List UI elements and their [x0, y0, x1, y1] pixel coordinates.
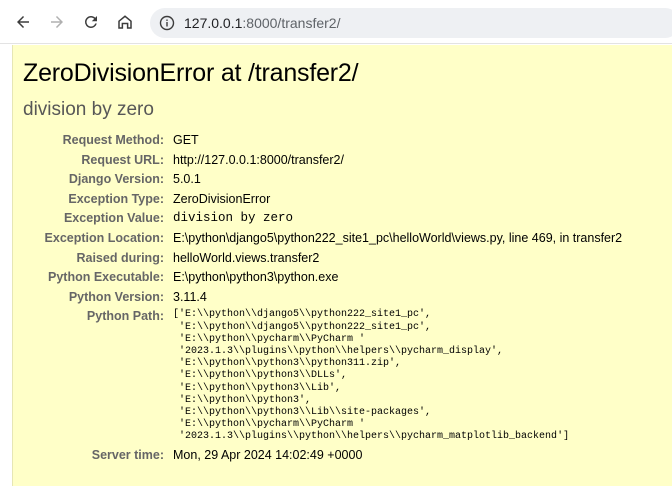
- python-path-line: 'E:\\python\\python3\\DLLs',: [173, 370, 348, 382]
- meta-value: 5.0.1: [173, 172, 201, 187]
- error-summary: ZeroDivisionError at /transfer2/ divisio…: [12, 45, 672, 486]
- meta-row-exception-type: Exception Type: ZeroDivisionError: [13, 190, 672, 210]
- meta-value: division by zero: [173, 211, 294, 226]
- meta-row-exception-value: Exception Value: division by zero: [13, 209, 672, 229]
- reload-icon: [84, 15, 97, 28]
- python-path-line: '2023.1.3\\plugins\\python\\helpers\\pyc…: [173, 431, 570, 443]
- arrow-right-icon: [51, 16, 63, 28]
- meta-row-python-version: Python Version: 3.11.4: [13, 288, 672, 308]
- meta-value: 3.11.4: [173, 289, 207, 304]
- meta-label: Exception Type:: [68, 191, 164, 206]
- arrow-left-icon: [17, 16, 29, 28]
- meta-row-exception-location: Exception Location: E:\python\django5\py…: [13, 229, 672, 249]
- meta-label: Server time:: [91, 447, 164, 462]
- meta-value: ['E:\\python\\django5\\python222_site1_p…: [173, 307, 672, 445]
- meta-row-django-version: Django Version: 5.0.1: [13, 170, 672, 190]
- meta-row-request-method: Request Method: GET: [13, 131, 672, 151]
- python-path-line: 'E:\\python\\python3',: [173, 394, 312, 406]
- python-path-line: 'E:\\python\\python3\\python311.zip',: [173, 358, 402, 370]
- url-text[interactable]: 127.0.0.1:8000/transfer2/: [184, 15, 340, 31]
- meta-row-python-executable: Python Executable: E:\python\python3\pyt…: [13, 268, 672, 288]
- python-path-line: ['E:\\python\\django5\\python222_site1_p…: [173, 309, 432, 321]
- meta-row-python-path: Python Path: ['E:\\python\\django5\\pyth…: [13, 307, 672, 445]
- browser-toolbar: 127.0.0.1:8000/transfer2/: [0, 0, 672, 44]
- meta-label: Python Executable:: [48, 270, 164, 285]
- meta-label: Exception Location:: [44, 230, 164, 245]
- python-path-line: 'E:\\python\\python3\\Lib\\site-packages…: [173, 406, 432, 418]
- info-icon[interactable]: [158, 14, 176, 32]
- meta-value: helloWorld.views.transfer2: [173, 250, 320, 265]
- python-path-line: '2023.1.3\\plugins\\python\\helpers\\pyc…: [173, 345, 504, 357]
- request-meta-table: Request Method: GET Request URL: http://…: [13, 131, 672, 465]
- meta-value: E:\python\python3\python.exe: [173, 270, 339, 285]
- forward-button[interactable]: [45, 10, 69, 34]
- meta-row-request-url: Request URL: http://127.0.0.1:8000/trans…: [13, 151, 672, 171]
- error-subtitle: division by zero: [23, 99, 154, 120]
- meta-label: Python Path:: [86, 309, 164, 324]
- meta-label: Django Version:: [68, 172, 164, 187]
- meta-value: ZeroDivisionError: [173, 191, 271, 206]
- meta-row-server-time: Server time: Mon, 29 Apr 2024 14:02:49 +…: [13, 446, 672, 466]
- home-icon: [118, 15, 132, 29]
- meta-label: Python Version:: [68, 289, 164, 304]
- python-path-line: 'E:\\python\\pycharm\\PyCharm ': [173, 419, 366, 431]
- meta-value: http://127.0.0.1:8000/transfer2/: [173, 152, 344, 167]
- meta-label: Request Method:: [62, 133, 164, 147]
- meta-value: Mon, 29 Apr 2024 14:02:49 +0000: [173, 447, 363, 462]
- meta-label: Exception Value:: [63, 211, 164, 226]
- meta-value: E:\python\django5\python222_site1_pc\hel…: [173, 230, 623, 245]
- back-button[interactable]: [11, 10, 35, 34]
- meta-label: Request URL:: [81, 152, 164, 167]
- error-title: ZeroDivisionError at /transfer2/: [23, 59, 359, 87]
- meta-label: Raised during:: [76, 250, 164, 265]
- address-bar[interactable]: 127.0.0.1:8000/transfer2/: [150, 8, 672, 38]
- reload-button[interactable]: [79, 10, 103, 34]
- meta-row-raised-during: Raised during: helloWorld.views.transfer…: [13, 249, 672, 269]
- python-path-line: 'E:\\python\\django5\\python222_site1_pc…: [173, 321, 432, 333]
- python-path-line: 'E:\\python\\python3\\Lib',: [173, 382, 342, 394]
- url-path: :8000/transfer2/: [242, 15, 341, 31]
- home-button[interactable]: [113, 10, 137, 34]
- url-host: 127.0.0.1: [184, 15, 243, 31]
- meta-value: GET: [173, 133, 199, 147]
- python-path-line: 'E:\\python\\pycharm\\PyCharm ': [173, 333, 366, 345]
